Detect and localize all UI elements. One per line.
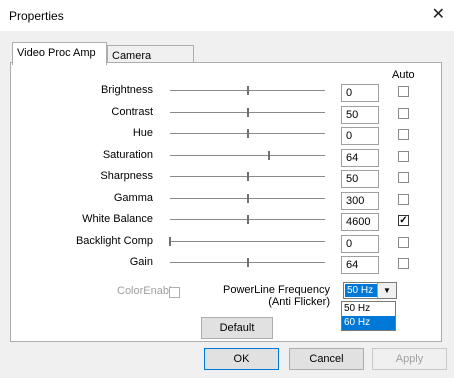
control-row: Contrast 50 xyxy=(0,104,454,124)
control-label: Sharpness xyxy=(100,170,153,182)
window-title: Properties xyxy=(9,9,64,23)
control-label: Gain xyxy=(129,256,153,268)
slider-thumb[interactable] xyxy=(246,215,249,224)
chevron-down-icon[interactable]: ▼ xyxy=(377,283,396,298)
powerline-label: PowerLine Frequency (Anti Flicker) xyxy=(205,284,330,308)
powerline-label-line1: PowerLine Frequency xyxy=(222,284,330,296)
auto-column-header: Auto xyxy=(392,69,415,81)
control-row: Gamma 300 xyxy=(0,190,454,210)
slider-track[interactable] xyxy=(170,240,325,242)
powerline-dropdown-list: 50 Hz 60 Hz xyxy=(341,301,396,331)
value-field[interactable]: 0 xyxy=(341,84,379,102)
value-field[interactable]: 64 xyxy=(341,256,379,274)
slider-thumb[interactable] xyxy=(169,236,171,246)
ok-button[interactable]: OK xyxy=(204,348,279,370)
powerline-label-line2: (Anti Flicker) xyxy=(268,296,330,308)
control-label: Saturation xyxy=(102,148,153,161)
control-label: Contrast xyxy=(111,105,153,118)
title-bar: Properties ✕ xyxy=(0,0,454,31)
value-field[interactable]: 50 xyxy=(341,170,379,188)
value-field[interactable]: 4600 xyxy=(341,213,379,231)
cancel-button[interactable]: Cancel xyxy=(289,348,364,370)
value-field[interactable]: 300 xyxy=(341,191,379,210)
control-row: Brightness 0 xyxy=(0,82,454,102)
control-row: White Balance 4600 ✓ xyxy=(0,211,454,231)
control-row: Saturation 64 xyxy=(0,147,454,167)
auto-checkbox[interactable] xyxy=(398,258,409,269)
default-button[interactable]: Default xyxy=(201,317,273,339)
control-label: White Balance xyxy=(82,213,153,225)
control-row: Sharpness 50 xyxy=(0,168,454,188)
tab-video-proc-amp[interactable]: Video Proc Amp xyxy=(12,42,107,65)
apply-button[interactable]: Apply xyxy=(372,348,447,370)
auto-checkbox[interactable]: ✓ xyxy=(398,215,409,226)
slider-thumb[interactable] xyxy=(246,107,249,117)
auto-checkbox[interactable] xyxy=(398,193,409,205)
auto-checkbox[interactable] xyxy=(398,129,409,140)
control-row: Gain 64 xyxy=(0,254,454,274)
value-field[interactable]: 0 xyxy=(341,234,379,253)
auto-checkbox[interactable] xyxy=(398,107,409,119)
auto-checkbox[interactable] xyxy=(398,236,409,248)
control-label: Gamma xyxy=(113,191,153,204)
auto-checkbox[interactable] xyxy=(398,172,409,183)
ok-button-label: OK xyxy=(233,353,250,365)
powerline-select[interactable]: 50 Hz ▼ xyxy=(343,282,397,299)
slider-thumb[interactable] xyxy=(246,258,249,267)
control-label: Hue xyxy=(132,127,153,139)
slider-thumb[interactable] xyxy=(246,172,249,181)
color-enable-checkbox[interactable] xyxy=(169,287,180,298)
powerline-selected-value: 50 Hz xyxy=(345,284,377,297)
slider-thumb[interactable] xyxy=(246,193,249,203)
checkmark-icon: ✓ xyxy=(399,215,408,226)
auto-checkbox[interactable] xyxy=(398,86,409,97)
control-label: Brightness xyxy=(101,84,153,96)
control-row: Backlight Comp 0 xyxy=(0,233,454,253)
control-label: Backlight Comp xyxy=(75,234,153,247)
auto-checkbox[interactable] xyxy=(398,150,409,162)
value-field[interactable]: 50 xyxy=(341,105,379,124)
value-field[interactable]: 64 xyxy=(341,148,379,167)
cancel-button-label: Cancel xyxy=(309,353,344,365)
tab-label: Video Proc Amp xyxy=(17,47,96,59)
control-row: Hue 0 xyxy=(0,125,454,145)
powerline-option-60hz[interactable]: 60 Hz xyxy=(342,316,395,330)
slider-thumb[interactable] xyxy=(268,150,271,160)
default-button-label: Default xyxy=(219,322,255,334)
slider-thumb[interactable] xyxy=(246,129,249,138)
value-field[interactable]: 0 xyxy=(341,127,379,145)
slider-track[interactable] xyxy=(170,154,325,156)
close-icon[interactable]: ✕ xyxy=(432,5,445,25)
apply-button-label: Apply xyxy=(395,353,424,365)
slider-thumb[interactable] xyxy=(246,86,249,95)
powerline-option-50hz[interactable]: 50 Hz xyxy=(342,302,395,316)
